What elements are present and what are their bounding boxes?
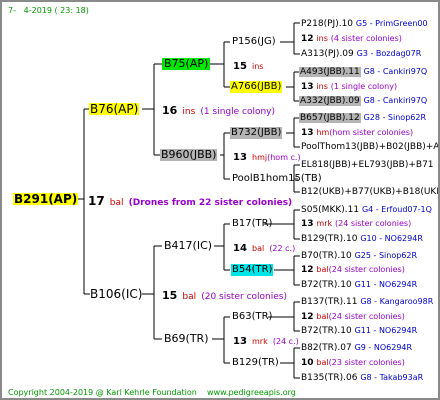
footer: Copyright 2004-2019 @ Karl Kehrle Founda…	[8, 387, 296, 398]
g1-queen-b76: B76(AP)	[89, 102, 140, 116]
g4-row-drones-4: 13 mrk (24 sister colonies)	[301, 219, 412, 229]
g4-row-drones-1: 12 ins (4 sister colonies)	[301, 34, 402, 44]
g4-row-b12: B12(UKB)+B77(UKB)+B18(UKB)	[301, 187, 440, 197]
g3-queen-b129: B129(TR)	[232, 357, 279, 368]
g3-queen-p156: P156(JG)	[232, 36, 276, 47]
g3-queen-a766: A766(JBB)	[230, 81, 283, 93]
g4-row-p218: P218(PJ).10 G5 - PrimGreen00	[301, 19, 428, 29]
g4-row-b137: B137(TR).11 G8 - Kangaroo98R	[301, 297, 434, 307]
g3-queen-poolb1hom15: PoolB1hom15(TB)	[232, 173, 322, 184]
g1-queen-b106: B106(IC)	[90, 287, 143, 301]
pedigree-diagram: 7- 4-2019 ( 23: 18) B291(AP) 17 bal (Dro…	[0, 0, 440, 400]
root-queen-id: B291(AP)	[13, 192, 79, 206]
g1-b106-drones: 15 bal (20 sister colonies)	[162, 289, 287, 303]
g2-queen-b417: B417(IC)	[164, 239, 213, 252]
g2-b417-drones: 14 bal (22 c.)	[233, 243, 296, 254]
g4-row-el818: EL818(JBB)+EL793(JBB)+B71	[301, 160, 434, 170]
g4-row-b72-a: B72(TR).10 G11 - NO6294R	[301, 280, 418, 290]
g4-row-a332: A332(JBB).09 G8 - Cankiri97Q	[299, 96, 428, 106]
g4-row-b70: B70(TR).10 G25 - Sinop62R	[301, 251, 418, 261]
g4-row-b129-a: B129(TR).10 G10 - NO6294R	[301, 234, 423, 244]
g4-row-s05: S05(MKK).11 G4 - Erfoud07-1Q	[301, 205, 432, 215]
g4-row-drones-7: 10 bal(23 sister colonies)	[301, 358, 405, 368]
root-drone-info: 17 bal (Drones from 22 sister colonies)	[88, 194, 293, 208]
g2-b69-drones: 13 mrk (24 c.)	[233, 336, 299, 347]
g2-queen-b69: B69(TR)	[164, 332, 209, 345]
g2-b75-drones: 15 ins	[233, 61, 264, 72]
g4-row-b72-b: B72(TR).10 G11 - NO6294R	[301, 326, 418, 336]
g4-row-b82: B82(TR).07 G9 - NO6294R	[301, 343, 413, 353]
copyright-text: Copyright 2004-2019 @ Karl Kehrle Founda…	[8, 388, 197, 397]
g2-b960-drones: 13 hmj(hom c.)	[233, 152, 301, 163]
g3-queen-b732: B732(JBB)	[230, 127, 283, 139]
g2-queen-b960: B960(JBB)	[160, 148, 218, 161]
g4-row-a493: A493(JBB).11 G8 - Cankiri97Q	[299, 67, 428, 77]
g4-row-drones-5: 12 bal(24 sister colonies)	[301, 265, 405, 275]
g4-row-a313: A313(PJ).09 G3 - Bozdag07R	[301, 49, 422, 59]
g4-row-b657: B657(JBB).12 G28 - Sinop62R	[299, 113, 427, 123]
g1-b76-drones: 16 ins (1 single colony)	[162, 104, 276, 118]
g4-row-b135: B135(TR).06 G8 - Takab93aR	[301, 373, 424, 383]
g3-queen-b54: B54(TR)	[231, 264, 274, 276]
footer-url-link[interactable]: www.pedigreeapis.org	[207, 388, 296, 397]
g2-queen-b75: B75(AP)	[162, 57, 211, 70]
report-date: 7- 4-2019 ( 23: 18)	[8, 6, 89, 15]
g4-row-drones-2: 13 ins (1 single colony)	[301, 82, 398, 92]
g3-queen-b63: B63(TR)	[232, 311, 273, 322]
g4-row-drones-6: 12 bal(24 sister colonies)	[301, 312, 405, 322]
g4-row-drones-3: 13 hm(hom sister colonies)	[301, 128, 414, 138]
g4-row-poolthom13: PoolThom13(JBB)+B02(JBB)+A	[301, 142, 440, 152]
g3-queen-b17: B17(TR)	[232, 218, 273, 229]
